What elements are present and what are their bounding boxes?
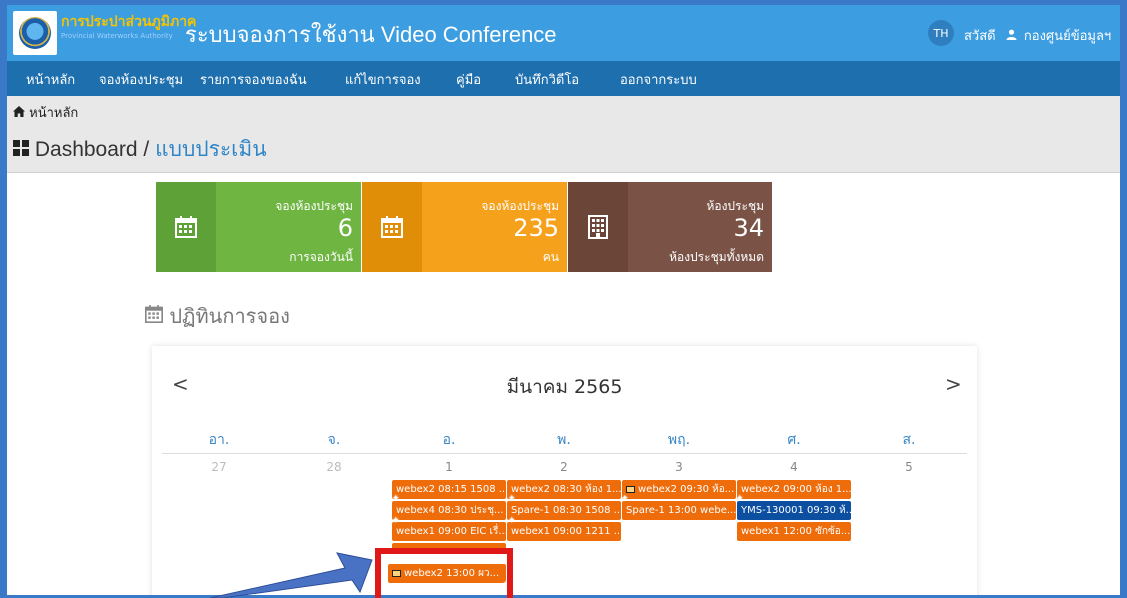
calendar-event[interactable]: Spare-1 13:00 webe... — [622, 501, 736, 520]
main-content: จองห้องประชุม 6 การจองวันนี้ จองห้องประช… — [7, 173, 1120, 595]
calendar-icon — [145, 304, 169, 328]
breadcrumb[interactable]: หน้าหลัก — [13, 102, 78, 123]
logo-seal-icon — [19, 17, 51, 49]
stat-card-people[interactable]: จองห้องประชุม 235 คน — [362, 182, 567, 272]
breadcrumb-home: หน้าหลัก — [29, 106, 79, 121]
nav-logout[interactable]: ออกจากระบบ — [620, 69, 697, 90]
org-name: การประปาส่วนภูมิภาค — [61, 14, 197, 30]
sparkle-decoration: ✦ — [508, 494, 516, 504]
weekday-sun: อา. — [208, 432, 230, 448]
stat-value: 34 — [733, 214, 764, 242]
weekday-tue: อ. — [442, 432, 456, 448]
page-subtitle-link[interactable]: แบบประเมิน — [155, 138, 266, 161]
weekday-wed: พ. — [557, 432, 571, 448]
day-number: 2 — [560, 460, 568, 474]
calendar-event[interactable]: webex2 09:30 ห้อ... — [622, 480, 736, 499]
stat-card-rooms[interactable]: ห้องประชุม 34 ห้องประชุมทั้งหมด — [568, 182, 772, 272]
stat-sublabel: คน — [542, 250, 559, 264]
stat-value: 6 — [337, 214, 353, 242]
nav-edit-booking[interactable]: แก้ไขการจอง — [345, 69, 421, 90]
language-badge[interactable]: TH — [928, 20, 954, 46]
sparkle-decoration: ✦ — [621, 494, 629, 504]
main-nav: หน้าหลัก จองห้องประชุม รายการจองของฉัน แ… — [7, 61, 1120, 96]
weekday-thu: พฤ. — [667, 432, 691, 448]
event-label: webex2 09:30 ห้อ... — [638, 484, 735, 495]
stat-card-today-bookings[interactable]: จองห้องประชุม 6 การจองวันนี้ — [156, 182, 361, 272]
title-separator: / — [137, 138, 156, 161]
nav-manual[interactable]: คู่มือ — [456, 69, 481, 90]
calendar-event[interactable]: Spare-1 08:30 1508 ... — [507, 501, 621, 520]
calendar-event[interactable]: webex1 09:00 EIC เรื่... — [392, 522, 506, 541]
sparkle-decoration: ✦ — [392, 516, 400, 526]
building-icon — [568, 182, 628, 272]
calendar-icon — [156, 182, 216, 272]
dashboard-icon — [13, 138, 35, 161]
sparkle-decoration: ✦ — [736, 494, 744, 504]
home-icon — [13, 106, 29, 121]
day-number: 4 — [790, 460, 798, 474]
greeting: สวัสดี — [964, 29, 996, 44]
calendar-event[interactable]: webex2 08:15 1508 ... — [392, 480, 506, 499]
calendar-event[interactable]: webex2 09:00 ห้อง 1... — [737, 480, 851, 499]
top-header: การประปาส่วนภูมิภาค Provincial Waterwork… — [7, 5, 1120, 61]
stat-sublabel: การจองวันนี้ — [289, 250, 353, 264]
calendar-event[interactable]: webex1 12:00 ซักซ้อ... — [737, 522, 851, 541]
page-title-text: Dashboard — [34, 138, 138, 161]
browser-frame: การประปาส่วนภูมิภาค Provincial Waterwork… — [7, 5, 1120, 595]
highlight-box — [375, 548, 513, 598]
sparkle-decoration: ✦ — [508, 516, 516, 526]
calendar-event[interactable]: webex4 08:30 ประชุ... — [392, 501, 506, 520]
day-number: 28 — [326, 460, 342, 474]
stat-sublabel: ห้องประชุมทั้งหมด — [669, 250, 764, 264]
calendar-icon — [362, 182, 422, 272]
day-number: 1 — [445, 460, 453, 474]
user-icon — [1006, 29, 1021, 44]
calendar-event[interactable]: webex1 09:00 1211 ... — [507, 522, 621, 541]
day-number: 27 — [211, 460, 227, 474]
day-number: 3 — [675, 460, 683, 474]
calendar-heading: ปฏิทินการจอง — [145, 300, 290, 332]
video-icon — [626, 485, 635, 493]
weekday-fri: ศ. — [787, 432, 801, 448]
page-title: Dashboard / แบบประเมิน — [13, 133, 267, 166]
nav-video-records[interactable]: บันทึกวิดีโอ — [515, 69, 579, 90]
calendar-event[interactable]: YMS-130001 09:30 ห้... — [737, 501, 851, 520]
booking-calendar: < มีนาคม 2565 > อา. จ. อ. พ. พฤ. ศ. ส. 2… — [152, 346, 977, 595]
sparkle-decoration: ✦ — [392, 494, 400, 504]
org-name-en: Provincial Waterworks Authority — [61, 32, 173, 40]
nav-home[interactable]: หน้าหลัก — [26, 69, 75, 90]
nav-my-bookings[interactable]: รายการจองของฉัน — [200, 69, 307, 90]
day-number: 5 — [905, 460, 913, 474]
calendar-month-label: มีนาคม 2565 — [506, 376, 623, 398]
user-menu[interactable]: สวัสดี กองศูนย์ข้อมูลฯ — [964, 25, 1111, 46]
org-logo[interactable] — [13, 11, 57, 55]
calendar-next-button[interactable]: > — [945, 372, 962, 396]
nav-book-room[interactable]: จองห้องประชุม — [99, 69, 183, 90]
stat-value: 235 — [513, 214, 559, 242]
user-name: กองศูนย์ข้อมูลฯ — [1023, 29, 1112, 44]
app-title: ระบบจองการใช้งาน Video Conference — [185, 22, 557, 47]
calendar-event[interactable]: webex2 08:30 ห้อง 1... — [507, 480, 621, 499]
calendar-heading-text: ปฏิทินการจอง — [169, 304, 290, 328]
weekday-divider — [162, 453, 967, 454]
weekday-sat: ส. — [902, 432, 916, 448]
weekday-mon: จ. — [327, 432, 341, 448]
